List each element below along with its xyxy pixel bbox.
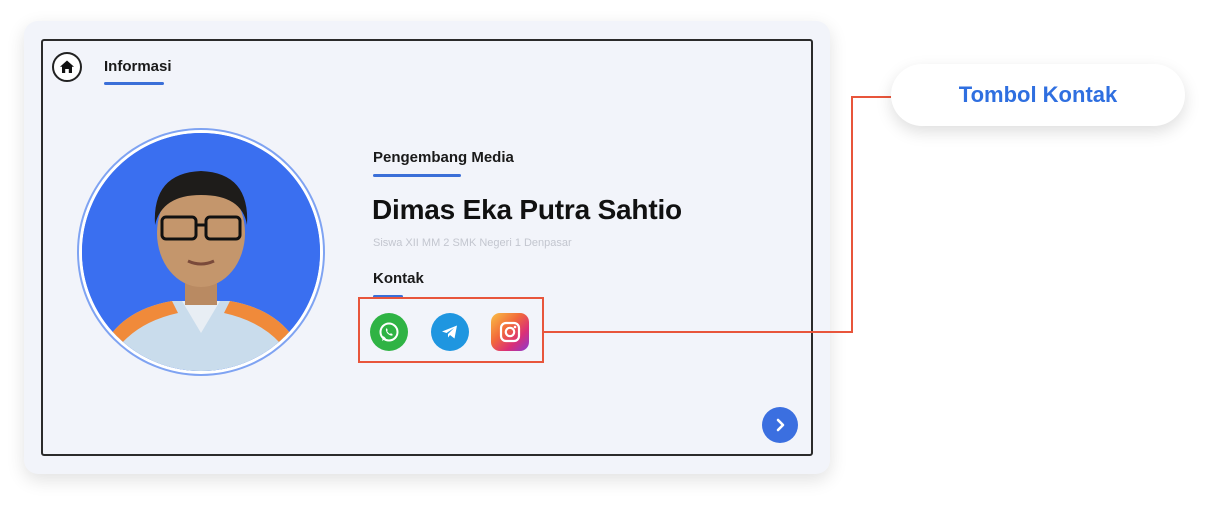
callout-label-box: Tombol Kontak bbox=[891, 64, 1185, 126]
callout-label: Tombol Kontak bbox=[958, 82, 1118, 107]
